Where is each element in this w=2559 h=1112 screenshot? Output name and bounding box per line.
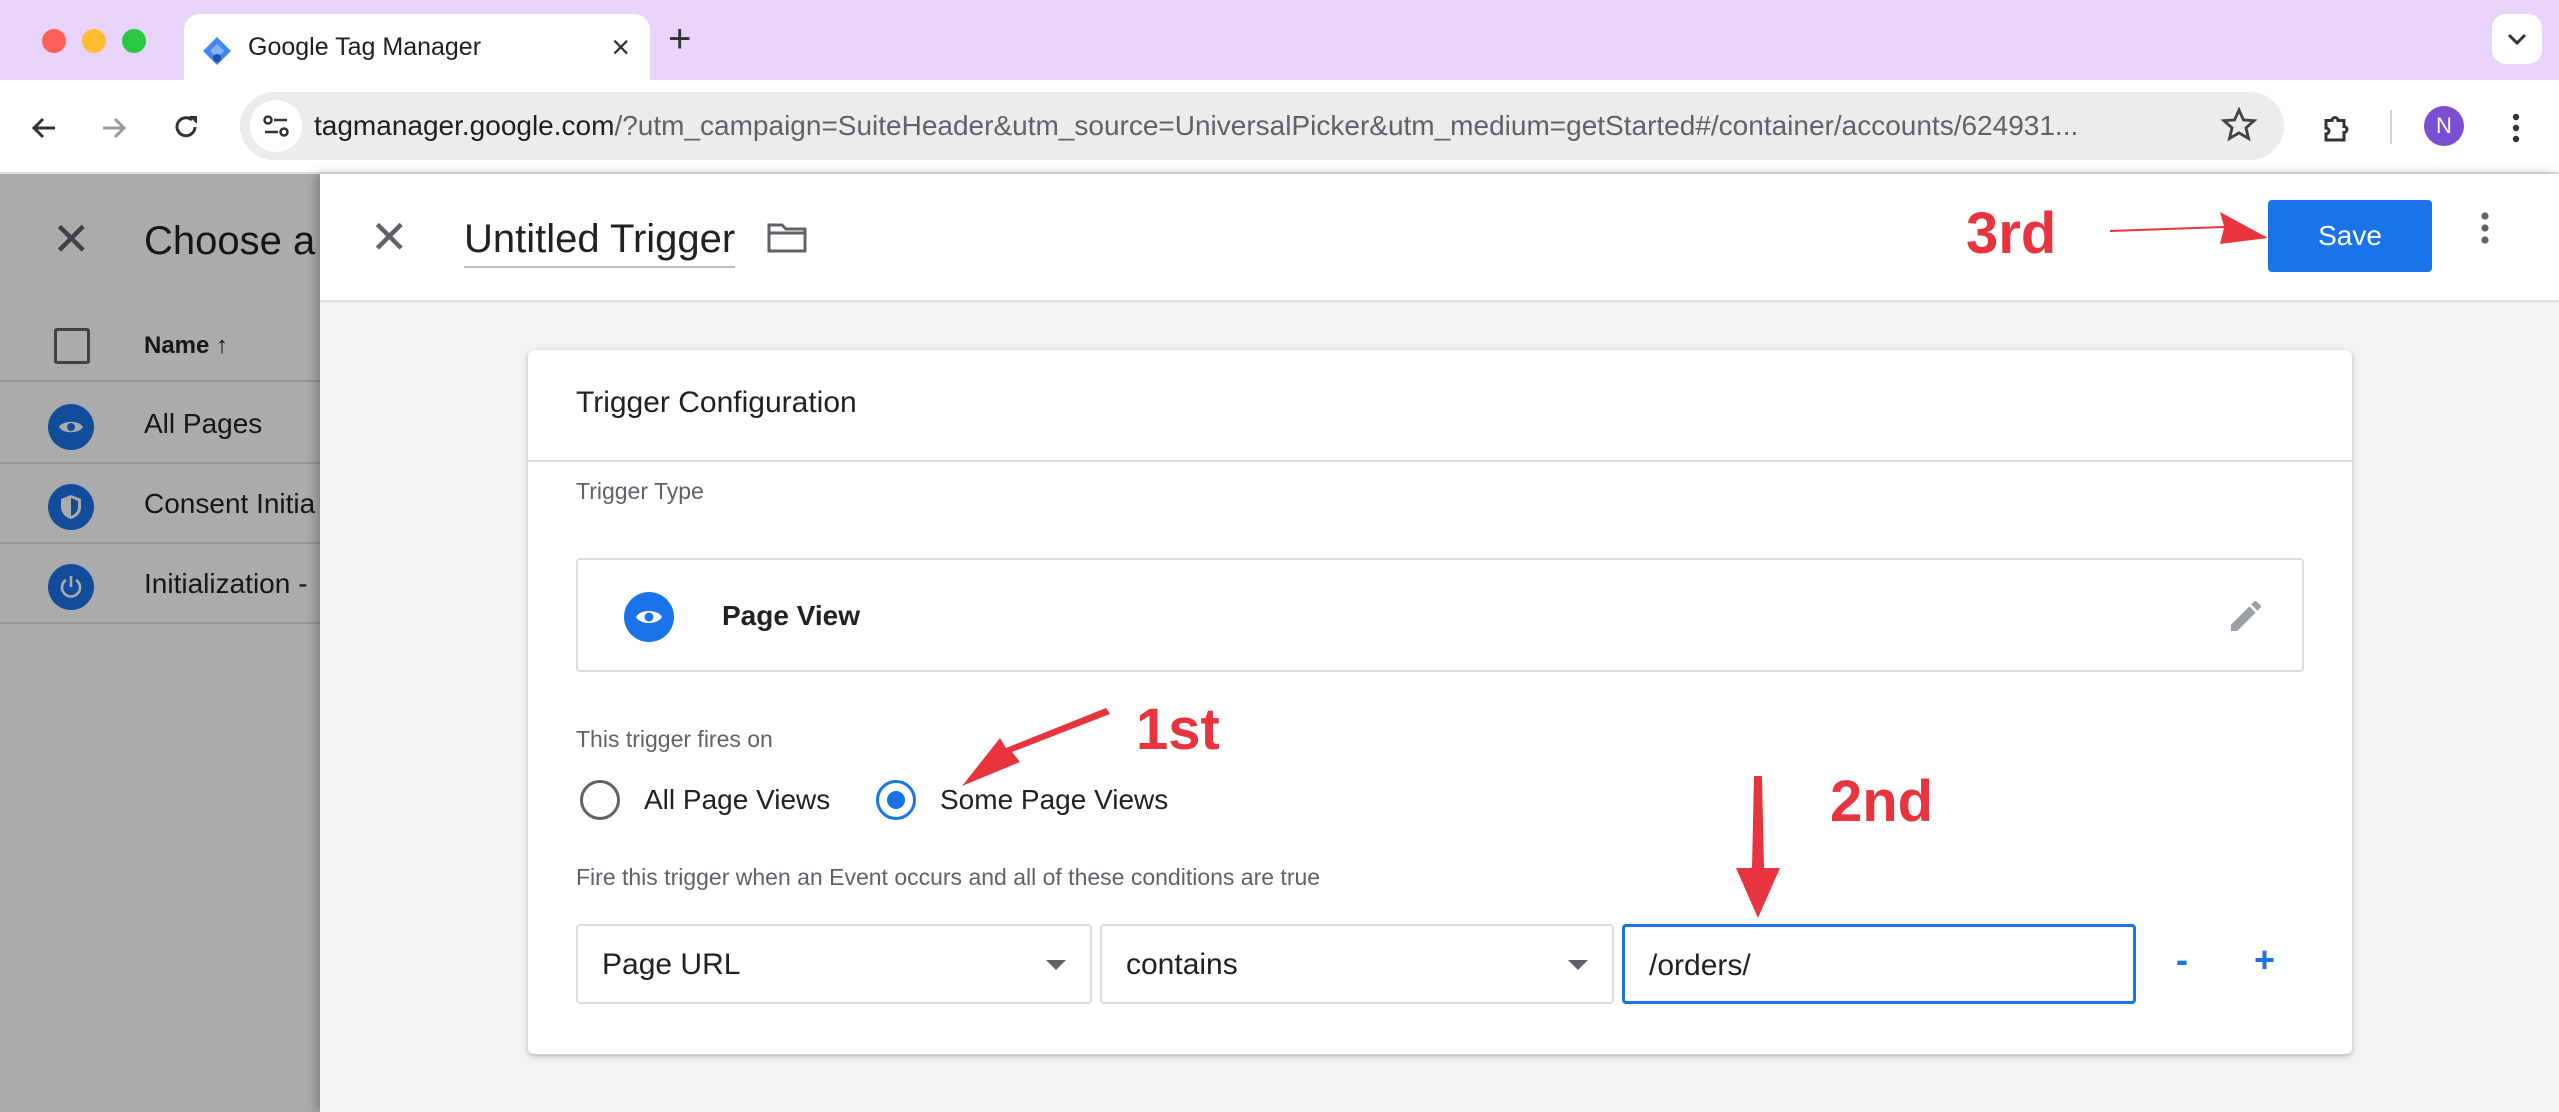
browser-menu-icon[interactable]	[2496, 108, 2536, 148]
site-info-icon[interactable]	[250, 100, 302, 152]
trigger-editor: ✕ Untitled Trigger Save Trigger Configur…	[320, 174, 2559, 1112]
more-options-icon[interactable]	[2480, 210, 2490, 251]
radio-button-selected[interactable]	[876, 780, 916, 820]
condition-label: Fire this trigger when an Event occurs a…	[576, 864, 1321, 890]
folder-icon[interactable]	[766, 220, 808, 259]
divider	[528, 460, 2352, 462]
remove-condition-button[interactable]: -	[2176, 940, 2188, 980]
edit-pencil-icon[interactable]	[2226, 596, 2266, 641]
annotation-step-3: 3rd	[1966, 201, 2057, 266]
tab-search-button[interactable]	[2492, 14, 2542, 64]
toolbar-divider	[2390, 110, 2392, 144]
variable-value: Page URL	[602, 948, 741, 981]
trigger-type-label: Trigger Type	[576, 478, 704, 504]
modal-scrim[interactable]	[0, 174, 320, 1112]
back-icon[interactable]	[24, 108, 64, 148]
chevron-down-icon	[2507, 33, 2527, 46]
maximize-window-button[interactable]	[122, 29, 146, 53]
url-text: tagmanager.google.com/?utm_campaign=Suit…	[314, 110, 2079, 141]
address-bar[interactable]: tagmanager.google.com/?utm_campaign=Suit…	[240, 92, 2284, 160]
radio-label: All Page Views	[644, 784, 831, 815]
annotation-step-2: 2nd	[1830, 769, 1934, 834]
bookmark-star-icon[interactable]	[2220, 106, 2258, 149]
reload-icon[interactable]	[166, 108, 206, 148]
trigger-type-selector[interactable]: Page View	[576, 558, 2304, 672]
radio-all-page-views[interactable]: All Page Views	[580, 780, 830, 820]
trigger-name-input[interactable]: Untitled Trigger	[464, 214, 736, 268]
eye-icon	[624, 592, 674, 642]
add-condition-button[interactable]: +	[2254, 940, 2275, 980]
minimize-window-button[interactable]	[82, 29, 106, 53]
trigger-type-name: Page View	[722, 600, 861, 631]
fires-on-label: This trigger fires on	[576, 726, 773, 752]
condition-value-input[interactable]: /orders/	[1622, 924, 2136, 1004]
tag-manager-logo-icon	[202, 36, 232, 66]
operator-select[interactable]: contains	[1100, 924, 1614, 1004]
tab-strip: Google Tag Manager × +	[0, 0, 2559, 80]
browser-tab[interactable]: Google Tag Manager ×	[184, 14, 650, 80]
forward-icon[interactable]	[94, 108, 134, 148]
operator-value: contains	[1126, 948, 1238, 981]
close-editor-icon[interactable]: ✕	[370, 214, 409, 260]
condition-value: /orders/	[1649, 949, 1751, 982]
annotation-step-1: 1st	[1136, 697, 1220, 762]
new-tab-button[interactable]: +	[668, 16, 691, 62]
extensions-puzzle-icon[interactable]	[2318, 108, 2358, 148]
editor-header: ✕ Untitled Trigger Save	[320, 174, 2559, 302]
close-window-button[interactable]	[42, 29, 66, 53]
dropdown-caret-icon	[1568, 960, 1588, 970]
tab-close-icon[interactable]: ×	[611, 28, 630, 66]
dropdown-caret-icon	[1046, 960, 1066, 970]
profile-avatar[interactable]: N	[2424, 106, 2464, 146]
radio-label: Some Page Views	[940, 784, 1169, 815]
trigger-configuration-card: Trigger Configuration Trigger Type Page …	[528, 350, 2352, 1054]
radio-some-page-views[interactable]: Some Page Views	[876, 780, 1168, 820]
variable-select[interactable]: Page URL	[576, 924, 1092, 1004]
card-title: Trigger Configuration	[576, 386, 857, 419]
radio-button[interactable]	[580, 780, 620, 820]
browser-toolbar: tagmanager.google.com/?utm_campaign=Suit…	[0, 80, 2559, 174]
save-button[interactable]: Save	[2268, 200, 2432, 272]
tab-title: Google Tag Manager	[248, 33, 482, 61]
